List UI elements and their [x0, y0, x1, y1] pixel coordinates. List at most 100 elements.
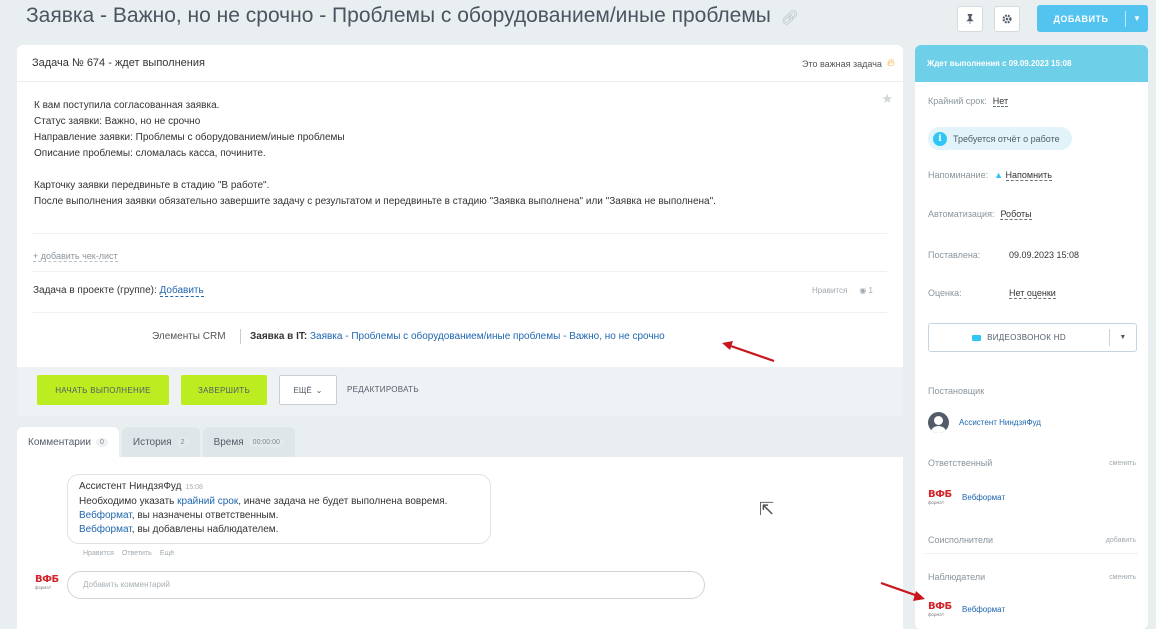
- start-button[interactable]: НАЧАТЬ ВЫПОЛНЕНИЕ: [37, 375, 169, 405]
- tab-time[interactable]: Время 00:00:00: [202, 427, 295, 457]
- creator-label: Постановщик: [928, 386, 985, 396]
- comment-like-link[interactable]: Нравится: [83, 550, 114, 557]
- avatar-brand-sub: формат: [928, 612, 945, 617]
- page-title-text: Заявка - Важно, но не срочно - Проблемы …: [26, 4, 771, 27]
- page-title: Заявка - Важно, но не срочно - Проблемы …: [26, 4, 799, 28]
- divider: [32, 312, 887, 313]
- flame-icon: 🔥︎: [886, 57, 895, 69]
- crm-divider: [240, 329, 241, 344]
- pin-icon: [966, 14, 974, 24]
- chevron-down-icon[interactable]: ▼: [1126, 14, 1148, 23]
- info-icon: i: [933, 131, 947, 146]
- add-checklist-link[interactable]: + добавить чек-лист: [33, 251, 118, 262]
- annotation-arrow-icon: [722, 341, 775, 363]
- deadline-value[interactable]: Нет: [992, 96, 1009, 107]
- user-link[interactable]: Вебформат: [79, 524, 132, 535]
- add-co-executor-link[interactable]: добавить: [1106, 537, 1136, 544]
- comment-line: Необходимо указать крайний срок, иначе з…: [79, 495, 479, 509]
- chevron-down-icon[interactable]: ▼: [1110, 334, 1136, 341]
- important-label: Это важная задача: [801, 58, 882, 69]
- automation-link[interactable]: Роботы: [1000, 209, 1032, 220]
- user-avatar-icon: [928, 412, 949, 433]
- views-counter: ◉ 1: [859, 286, 873, 295]
- rating-row: Оценка:: [928, 288, 962, 298]
- task-number-status: Задача № 674 - ждет выполнения: [32, 57, 205, 69]
- comment-reply-link[interactable]: Ответить: [122, 550, 152, 557]
- divider: [32, 271, 887, 272]
- gear-icon: [1002, 14, 1012, 24]
- comment-line: Вебформат, вы добавлены наблюдателем.: [79, 523, 479, 537]
- crm-deal-link[interactable]: Заявка - Проблемы с оборудованием/иные п…: [310, 331, 665, 342]
- comment-actions: Нравится Ответить Ещё: [83, 550, 174, 557]
- comment-time: 15:08: [185, 484, 203, 491]
- avatar-brand-sub: формат: [928, 500, 945, 505]
- bell-icon: ▲: [994, 170, 1003, 180]
- rating-value[interactable]: Нет оценки: [1009, 288, 1056, 299]
- responsible-person[interactable]: ВФБ формат Вебформат: [928, 489, 1005, 506]
- description-line: Описание проблемы: сломалась касса, почи…: [34, 148, 266, 159]
- like-link[interactable]: Нравится: [812, 286, 847, 295]
- comment-input[interactable]: Добавить комментарий: [67, 571, 705, 599]
- more-button[interactable]: ЕЩЁ ⌄: [279, 375, 337, 405]
- description-line: Статус заявки: Важно, но не срочно: [34, 116, 201, 127]
- change-responsible-link[interactable]: сменить: [1109, 460, 1136, 467]
- tab-history[interactable]: История 2: [121, 427, 200, 457]
- creator-name[interactable]: Ассистент НиндзяФуд: [959, 418, 1041, 427]
- change-observers-link[interactable]: сменить: [1109, 574, 1136, 581]
- edit-button[interactable]: РЕДАКТИРОВАТЬ: [347, 385, 419, 394]
- camera-icon: [972, 334, 982, 341]
- description-line: После выполнения заявки обязательно заве…: [34, 196, 716, 207]
- divider: [32, 233, 887, 234]
- co-executors-label: Соисполнители: [928, 535, 993, 545]
- report-required-pill[interactable]: i Требуется отчёт о работе: [928, 127, 1072, 150]
- tab-comments[interactable]: Комментарии 0: [17, 427, 119, 457]
- settings-button[interactable]: [994, 6, 1020, 32]
- report-required-label: Требуется отчёт о работе: [953, 133, 1060, 144]
- top-bar: Заявка - Важно, но не срочно - Проблемы …: [0, 0, 1156, 40]
- crm-label: Элементы CRM: [152, 331, 226, 342]
- deadline-row: Крайний срок: Нет: [928, 96, 1009, 107]
- creator-person[interactable]: Ассистент НиндзяФуд: [928, 412, 1041, 433]
- tab-count: 2: [176, 437, 189, 447]
- deadline-link[interactable]: крайний срок: [177, 496, 238, 507]
- tab-label: Комментарии: [28, 436, 91, 448]
- avatar-brand: ВФБ: [928, 601, 952, 612]
- project-row: Задача в проекте (группе): Добавить: [33, 285, 204, 297]
- comment-line: Вебформат, вы назначены ответственным.: [79, 509, 479, 523]
- important-toggle[interactable]: Это важная задача 🔥︎: [802, 57, 895, 70]
- task-sidebar: Ждет выполнения с 09.09.2023 15:08 Крайн…: [915, 45, 1148, 629]
- observer-name[interactable]: Вебформат: [962, 605, 1005, 614]
- description-gap: [34, 162, 716, 178]
- link-icon[interactable]: 🔗︎: [781, 9, 799, 26]
- add-button[interactable]: ДОБАВИТЬ ▼: [1037, 5, 1148, 32]
- video-call-main[interactable]: ВИДЕОЗВОНОК HD: [929, 333, 1109, 342]
- task-header: Задача № 674 - ждет выполнения Это важна…: [17, 45, 903, 82]
- responsible-label: Ответственный: [928, 458, 993, 468]
- comment-head: Ассистент НиндзяФуд 15:08: [79, 480, 479, 495]
- finish-button[interactable]: ЗАВЕРШИТЬ: [181, 375, 267, 405]
- comment-text: , вы добавлены наблюдателем.: [131, 524, 279, 535]
- responsible-name[interactable]: Вебформат: [962, 493, 1005, 502]
- comment-text: , иначе задача не будет выполнена воврем…: [238, 496, 448, 507]
- comment-more-link[interactable]: Ещё: [160, 550, 174, 557]
- video-call-button[interactable]: ВИДЕОЗВОНОК HD ▼: [928, 323, 1137, 352]
- avatar-brand: ВФБ: [35, 574, 59, 585]
- tab-label: Время: [213, 436, 244, 448]
- project-add-link[interactable]: Добавить: [159, 285, 204, 297]
- avatar-brand: ВФБ: [928, 489, 952, 500]
- comment-author[interactable]: Ассистент НиндзяФуд: [79, 481, 181, 492]
- comments-area: Ассистент НиндзяФуд 15:08 Необходимо указ…: [17, 457, 903, 629]
- star-icon[interactable]: ★: [881, 91, 893, 107]
- avatar: ВФБ формат: [928, 489, 952, 506]
- reminder-link[interactable]: Напомнить: [1005, 170, 1052, 181]
- mouse-cursor-icon: ⇱: [759, 499, 775, 519]
- deadline-label: Крайний срок:: [928, 96, 987, 106]
- avatar: ВФБ формат: [35, 574, 59, 591]
- tabs: Комментарии 0 История 2 Время 00:00:00: [17, 427, 298, 457]
- views-count: 1: [868, 286, 873, 295]
- tab-count: 00:00:00: [248, 437, 284, 447]
- automation-row: Автоматизация: Роботы: [928, 209, 1032, 220]
- pin-button[interactable]: [957, 6, 983, 32]
- observer-person[interactable]: ВФБ формат Вебформат: [928, 601, 1005, 618]
- user-link[interactable]: Вебформат: [79, 510, 132, 521]
